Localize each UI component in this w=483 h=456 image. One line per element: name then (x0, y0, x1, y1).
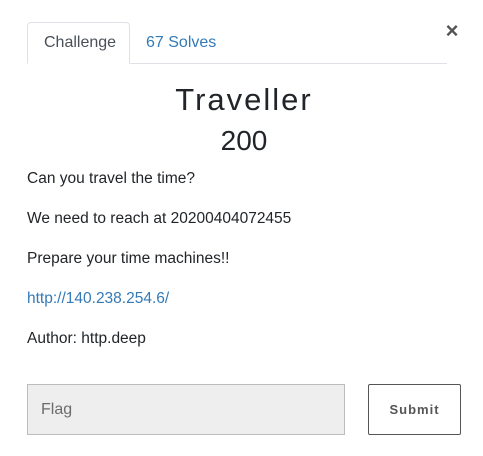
description-line: Can you travel the time? (27, 170, 196, 187)
tab-solves[interactable]: 67 Solves (130, 23, 232, 63)
challenge-link[interactable]: http://140.238.254.6/ (27, 290, 169, 307)
tab-challenge[interactable]: Challenge (27, 22, 130, 64)
submit-button[interactable]: Submit (368, 384, 461, 435)
flag-input[interactable] (27, 384, 345, 435)
tab-bar: Challenge 67 Solves (27, 22, 447, 64)
description-line: We need to reach at 20200404072455 (27, 210, 292, 227)
challenge-name: Traveller (175, 82, 313, 117)
challenge-value: 200 (220, 125, 268, 156)
description-line: Prepare your time machines!! (27, 250, 230, 267)
author-line: Author: http.deep (27, 330, 146, 347)
challenge-link-paragraph: http://140.238.254.6/ (27, 289, 169, 309)
challenge-modal: × Challenge 67 Solves Traveller 200 Can … (0, 0, 483, 456)
